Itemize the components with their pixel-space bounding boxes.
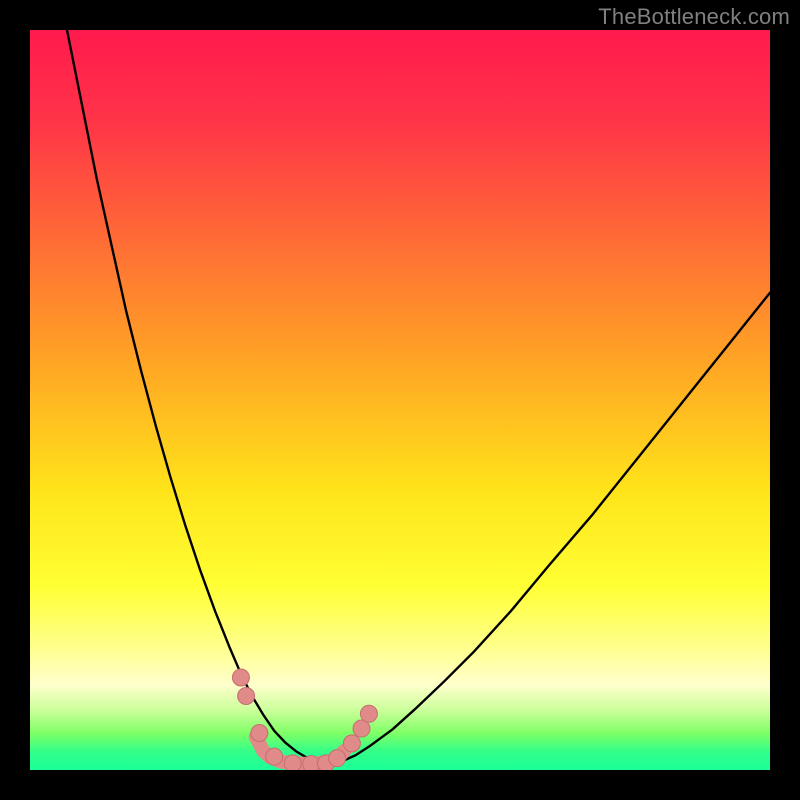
- data-marker: [266, 748, 283, 765]
- data-marker: [251, 725, 268, 742]
- data-marker: [284, 755, 301, 770]
- plot-area: [30, 30, 770, 770]
- data-marker: [343, 735, 360, 752]
- curves-layer: [30, 30, 770, 770]
- data-marker: [329, 750, 346, 767]
- data-marker: [232, 669, 249, 686]
- chart-frame: TheBottleneck.com: [0, 0, 800, 800]
- watermark-text: TheBottleneck.com: [598, 4, 790, 30]
- data-marker: [238, 688, 255, 705]
- right-curve: [330, 293, 770, 765]
- data-marker: [360, 705, 377, 722]
- left-curve: [67, 30, 330, 765]
